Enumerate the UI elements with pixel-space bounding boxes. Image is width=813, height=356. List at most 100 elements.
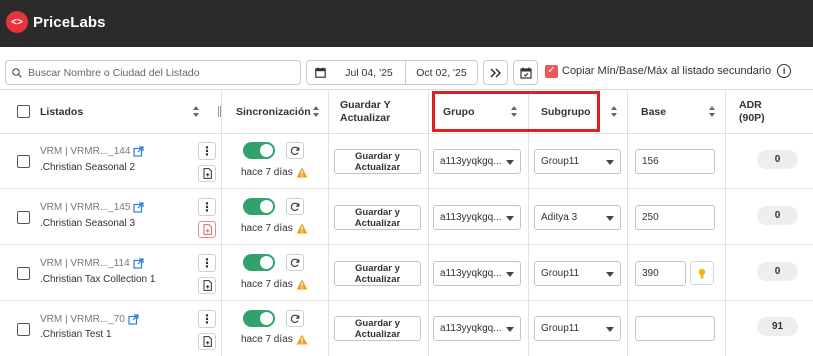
warning-icon [296,167,308,178]
column-resize-handle[interactable] [218,106,221,117]
sort-icon[interactable] [709,106,716,117]
sort-icon[interactable] [193,106,200,117]
column-header-guardar: Guardar Y Actualizar [340,89,420,134]
dropdown-caret-icon [606,327,614,332]
save-update-button[interactable]: Guardar y Actualizar [334,205,421,230]
column-header-base[interactable]: Base [641,89,701,134]
base-price-input[interactable]: 250 [635,205,715,230]
sync-toggle[interactable] [243,142,275,159]
column-header-subgrupo[interactable]: Subgrupo [541,89,601,134]
sync-status: hace 7 días [241,223,308,234]
column-header-listados[interactable]: Listados [40,89,210,134]
more-options-button[interactable]: ⋮ [198,310,216,328]
report-button[interactable] [198,277,216,294]
warning-icon [296,223,308,234]
listing-id: VRM | VRMR..._70 [40,314,125,325]
column-divider [328,89,329,356]
group-select[interactable]: a113yyqkgq... [433,261,521,286]
group-select[interactable]: a113yyqkgq... [433,149,521,174]
listing-subtitle: .Christian Tax Collection 1 [40,274,156,285]
next-period-button[interactable] [483,60,508,85]
group-select[interactable]: a113yyqkgq... [433,205,521,230]
save-update-button[interactable]: Guardar y Actualizar [334,261,421,286]
base-price-input[interactable]: 390 [635,261,686,286]
row-checkbox[interactable] [17,211,30,224]
group-select[interactable]: a113yyqkgq... [433,316,521,341]
sync-time: hace 7 días [241,279,293,290]
subgroup-select[interactable]: Group11 [534,316,621,341]
search-icon [12,67,22,78]
more-options-button[interactable]: ⋮ [198,254,216,272]
select-all-checkbox[interactable] [17,105,30,118]
subgroup-select[interactable]: Group11 [534,149,621,174]
subgroup-select[interactable]: Aditya 3 [534,205,621,230]
column-header-grupo[interactable]: Grupo [443,89,503,134]
row-checkbox[interactable] [17,155,30,168]
external-link-icon[interactable] [128,314,139,325]
listing-name[interactable]: VRM | VRMR..._114 [40,258,144,269]
dropdown-caret-icon [506,272,514,277]
date-to[interactable]: Oct 02, '25 [406,67,477,79]
refresh-button[interactable] [286,142,304,159]
listing-name[interactable]: VRM | VRMR..._70 [40,314,139,325]
row-divider [0,244,813,245]
row-divider [0,188,813,189]
more-options-button[interactable]: ⋮ [198,142,216,160]
date-range-picker[interactable]: Jul 04, '25 Oct 02, '25 [306,60,478,85]
double-chevron-right-icon [489,67,501,78]
date-from[interactable]: Jul 04, '25 [333,67,405,79]
info-icon[interactable]: i [777,64,792,78]
listing-id: VRM | VRMR..._144 [40,146,131,157]
subgroup-select[interactable]: Group11 [534,261,621,286]
report-button[interactable] [198,165,216,182]
refresh-button[interactable] [286,198,304,215]
save-update-button[interactable]: Guardar y Actualizar [334,316,421,341]
calendar-button[interactable] [513,60,538,85]
listing-subtitle: .Christian Seasonal 2 [40,162,136,173]
copy-checkbox[interactable]: ✓ [545,64,558,78]
logo[interactable]: <> PriceLabs [6,11,106,33]
subgroup-value: Group11 [541,323,580,334]
document-plus-icon [203,168,212,179]
external-link-icon[interactable] [133,146,145,157]
sync-toggle[interactable] [243,254,275,271]
save-update-button[interactable]: Guardar y Actualizar [334,149,421,174]
subgroup-value: Aditya 3 [541,212,578,223]
report-button[interactable] [198,221,216,238]
base-price-input[interactable]: 156 [635,149,715,174]
column-label: Sincronización [236,105,311,118]
adr-badge: 0 [757,206,798,225]
sync-status: hace 7 días [241,279,308,290]
sync-toggle[interactable] [243,198,275,215]
sync-time: hace 7 días [241,167,293,178]
kebab-icon: ⋮ [201,144,213,158]
external-link-icon[interactable] [133,202,145,213]
refresh-button[interactable] [286,254,304,271]
suggestion-button[interactable] [690,261,714,285]
more-options-button[interactable]: ⋮ [198,198,216,216]
kebab-icon: ⋮ [201,200,213,214]
sync-toggle[interactable] [243,310,275,327]
search-box[interactable] [5,60,301,85]
sort-icon[interactable] [611,106,618,117]
listing-id: VRM | VRMR..._114 [40,258,130,269]
brand-name: PriceLabs [33,13,106,31]
base-price-input[interactable] [635,316,715,341]
report-button[interactable] [198,333,216,350]
column-header-adr[interactable]: ADR (90P) [739,89,789,134]
copy-settings-option[interactable]: ✓ Copiar Mín/Base/Máx al listado secunda… [545,64,792,78]
sort-icon[interactable] [313,106,320,117]
kebab-icon: ⋮ [201,312,213,326]
sort-icon[interactable] [511,106,518,117]
sync-time: hace 7 días [241,334,293,345]
adr-badge: 91 [757,317,798,336]
external-link-icon[interactable] [133,258,144,269]
listing-name[interactable]: VRM | VRMR..._144 [40,146,145,157]
listing-name[interactable]: VRM | VRMR..._145 [40,202,145,213]
dropdown-caret-icon [606,272,614,277]
row-checkbox[interactable] [17,267,30,280]
refresh-button[interactable] [286,310,304,327]
row-checkbox[interactable] [17,323,30,336]
search-input[interactable] [28,66,288,79]
dropdown-caret-icon [606,216,614,221]
